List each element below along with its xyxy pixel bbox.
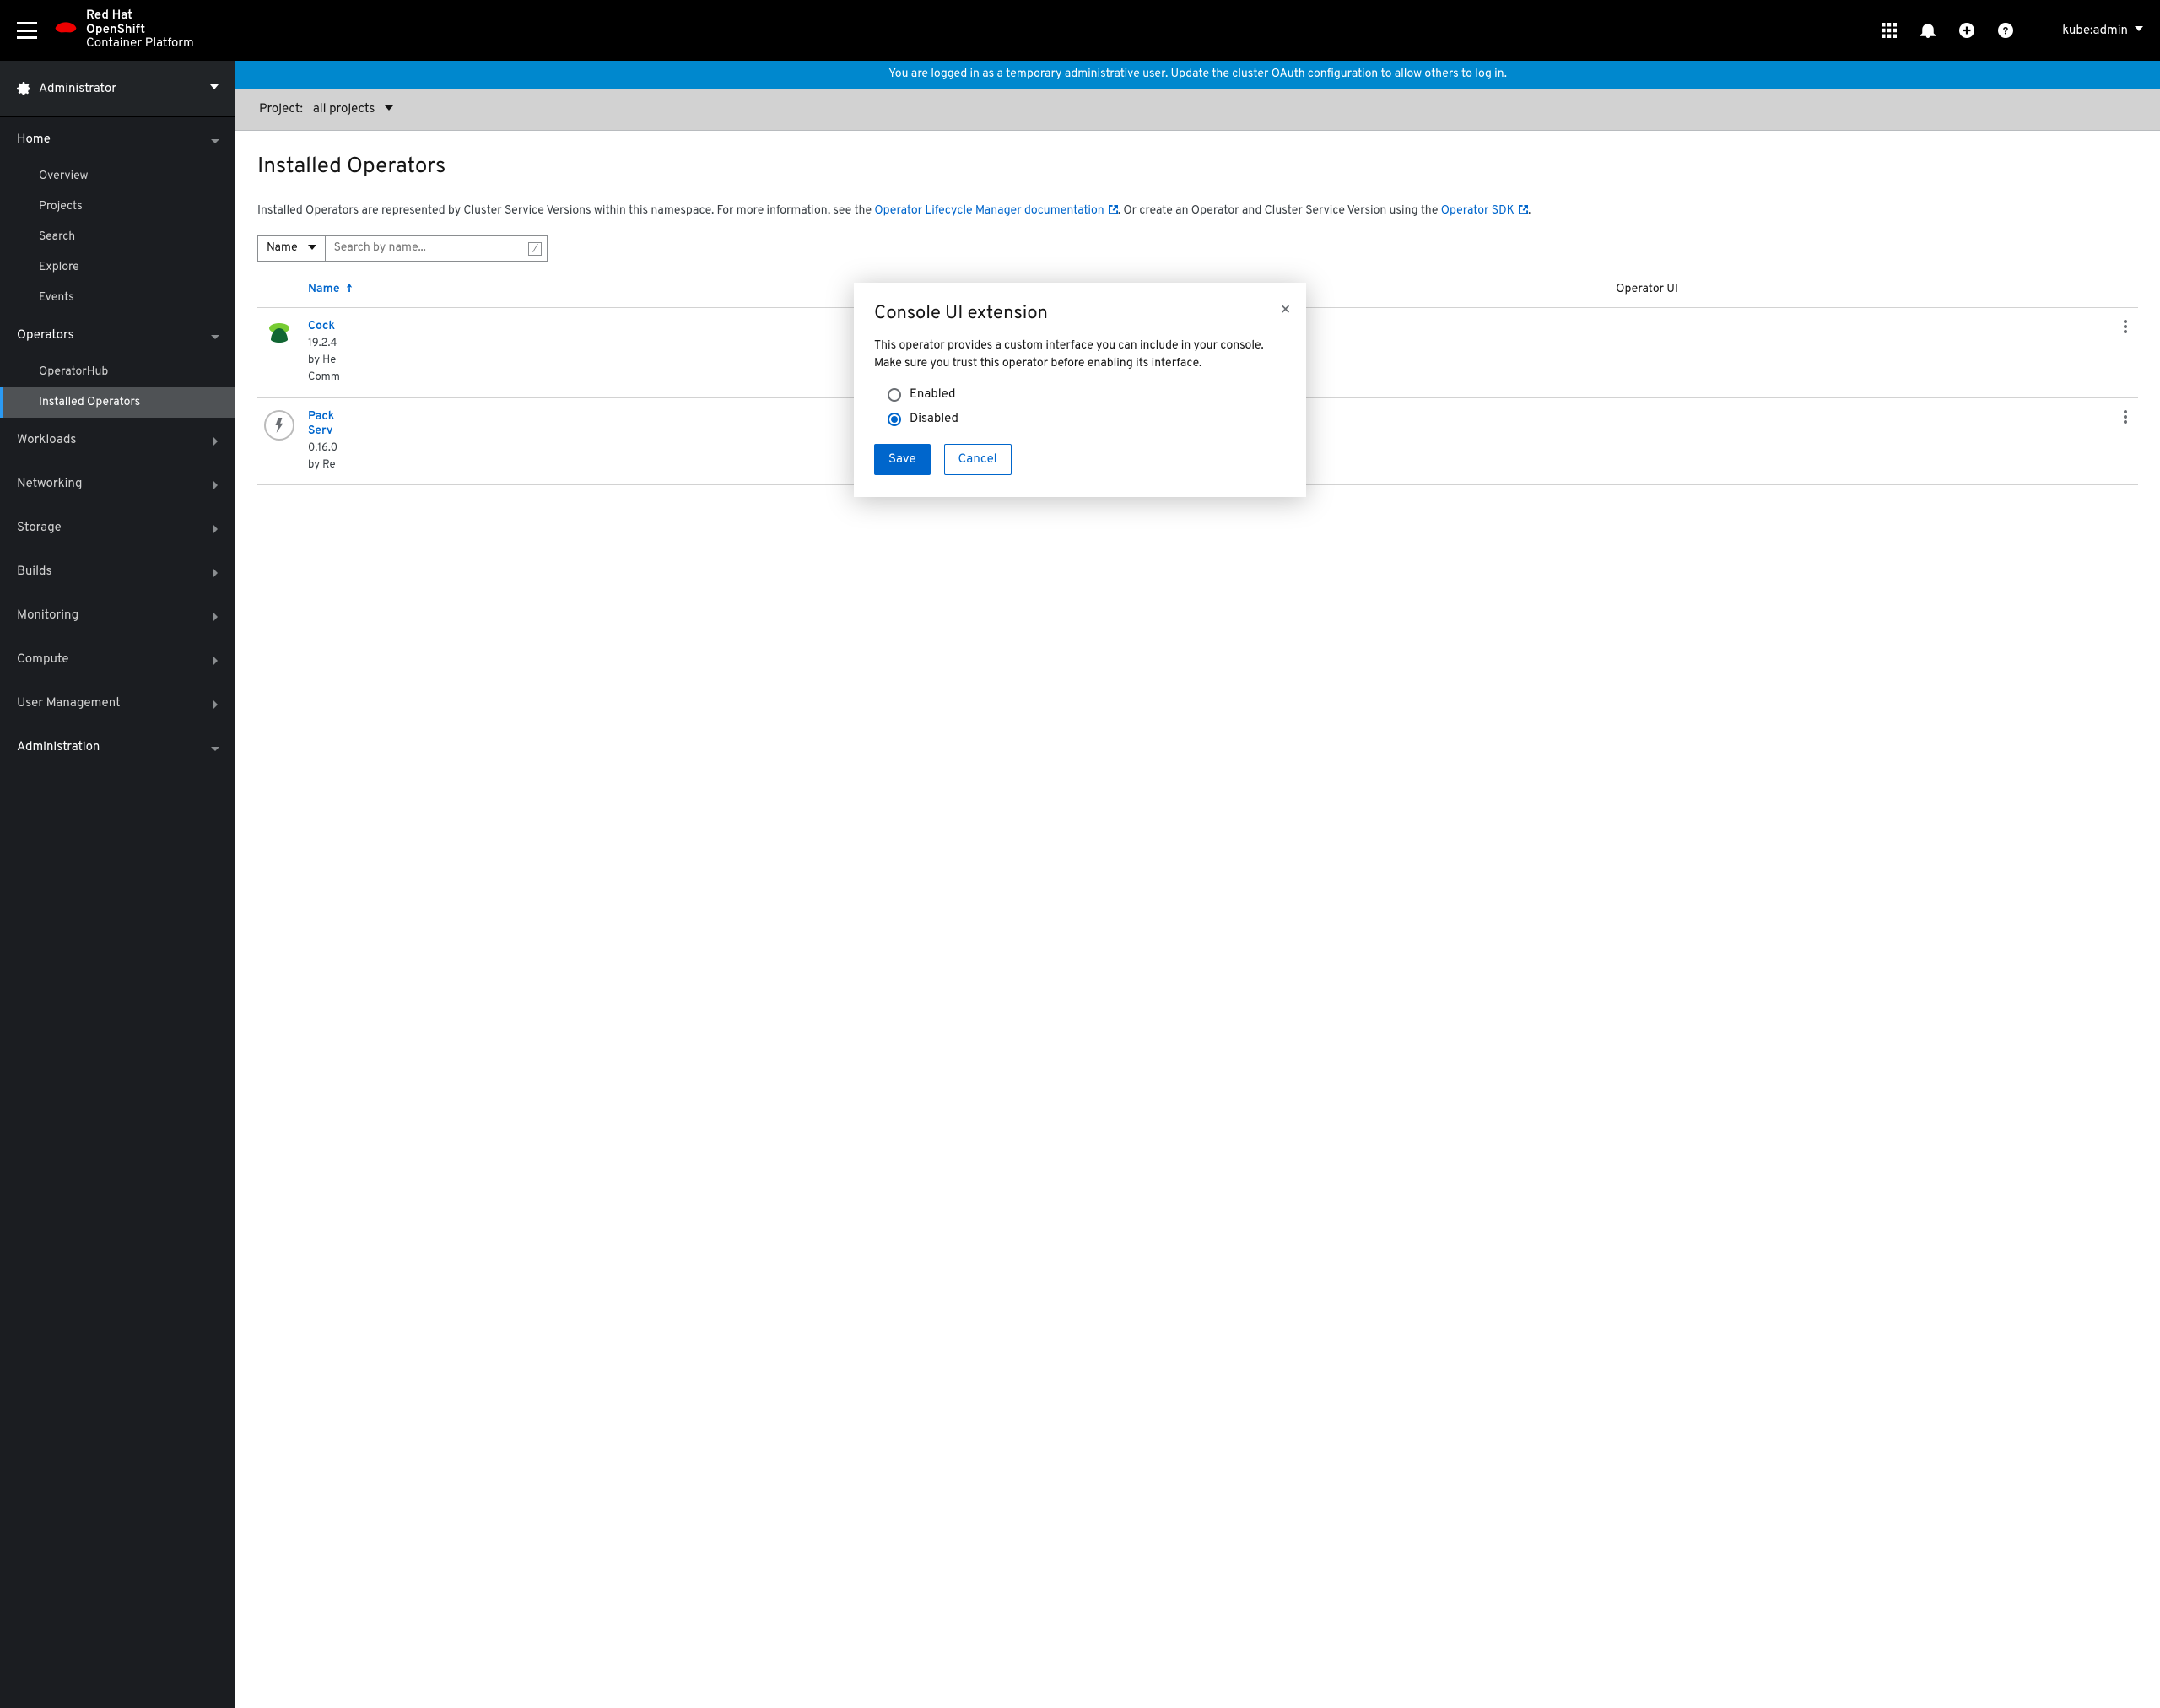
cancel-button[interactable]: Cancel — [944, 444, 1012, 475]
radio-disabled[interactable]: Disabled — [888, 411, 1286, 427]
radio-label: Disabled — [910, 411, 958, 427]
radio-enabled[interactable]: Enabled — [888, 386, 1286, 403]
close-button[interactable]: × — [1280, 300, 1291, 322]
modal-title: Console UI extension — [874, 303, 1286, 326]
radio-label: Enabled — [910, 386, 955, 403]
radio-icon — [888, 413, 901, 426]
save-button[interactable]: Save — [874, 444, 931, 475]
console-ui-extension-modal: × Console UI extension This operator pro… — [854, 283, 1306, 497]
radio-icon — [888, 388, 901, 402]
modal-body: This operator provides a custom interfac… — [874, 338, 1286, 373]
modal-backdrop: × Console UI extension This operator pro… — [0, 0, 2160, 1708]
